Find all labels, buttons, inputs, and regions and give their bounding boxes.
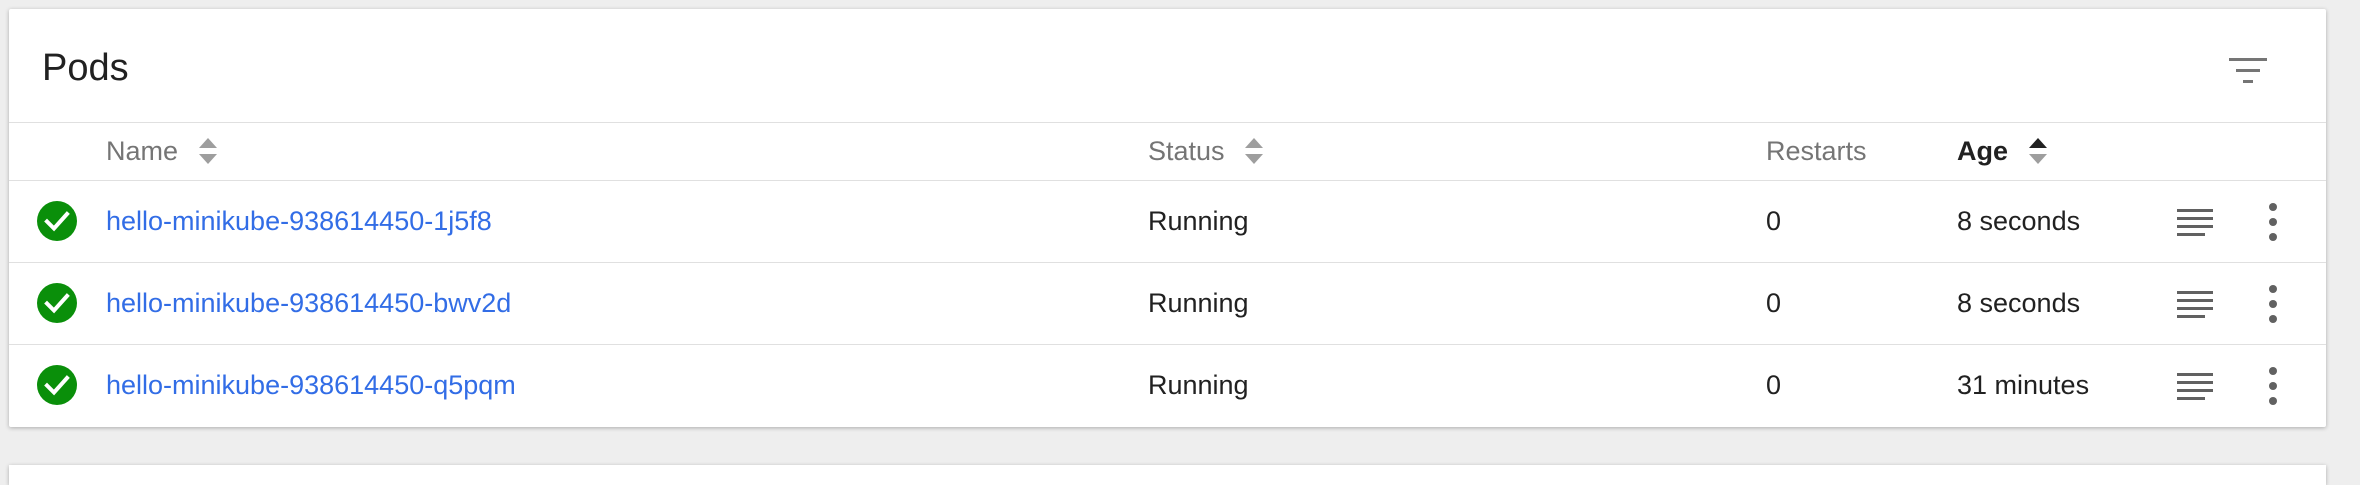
sort-icon — [1245, 137, 1264, 164]
column-header-label: Restarts — [1766, 136, 1867, 166]
sort-icon — [198, 137, 217, 164]
pod-restarts: 0 — [1766, 206, 1782, 236]
pod-age: 8 seconds — [1957, 288, 2081, 318]
card-header: Pods — [9, 9, 2326, 123]
check-circle-icon — [37, 365, 77, 405]
logs-icon[interactable] — [2175, 370, 2215, 402]
card-title: Pods — [42, 47, 129, 89]
table-row: hello-minikube-938614450-q5pqm Running 0… — [9, 345, 2326, 426]
pod-name-link[interactable]: hello-minikube-938614450-q5pqm — [106, 345, 516, 426]
column-header-label: Status — [1148, 136, 1225, 166]
pod-status: Running — [1148, 370, 1249, 400]
column-header-age[interactable]: Age — [1957, 123, 2048, 180]
column-header-status[interactable]: Status — [1148, 123, 1264, 180]
filter-icon[interactable] — [2227, 53, 2269, 89]
sort-ascending-icon — [2028, 137, 2047, 164]
logs-icon[interactable] — [2175, 206, 2215, 238]
pod-restarts: 0 — [1766, 288, 1782, 318]
column-header-label: Age — [1957, 136, 2009, 166]
next-card — [9, 465, 2326, 485]
pod-age: 8 seconds — [1957, 206, 2081, 236]
column-header-name[interactable]: Name — [106, 123, 218, 180]
table-header: Name Status Restarts Age — [9, 123, 2326, 181]
more-vert-icon[interactable] — [2263, 201, 2283, 243]
more-vert-icon[interactable] — [2263, 283, 2283, 325]
pod-name-link[interactable]: hello-minikube-938614450-bwv2d — [106, 263, 511, 344]
more-vert-icon[interactable] — [2263, 365, 2283, 407]
column-header-label: Name — [106, 136, 179, 166]
logs-icon[interactable] — [2175, 288, 2215, 320]
column-header-restarts: Restarts — [1766, 123, 1867, 180]
pod-age: 31 minutes — [1957, 370, 2090, 400]
pod-status: Running — [1148, 206, 1249, 236]
check-circle-icon — [37, 283, 77, 323]
table-row: hello-minikube-938614450-1j5f8 Running 0… — [9, 181, 2326, 263]
pod-name-link[interactable]: hello-minikube-938614450-1j5f8 — [106, 181, 492, 262]
table-row: hello-minikube-938614450-bwv2d Running 0… — [9, 263, 2326, 345]
pods-card: Pods Name Status Restarts Age hello-mini… — [9, 9, 2326, 427]
check-circle-icon — [37, 201, 77, 241]
pod-status: Running — [1148, 288, 1249, 318]
pod-restarts: 0 — [1766, 370, 1782, 400]
